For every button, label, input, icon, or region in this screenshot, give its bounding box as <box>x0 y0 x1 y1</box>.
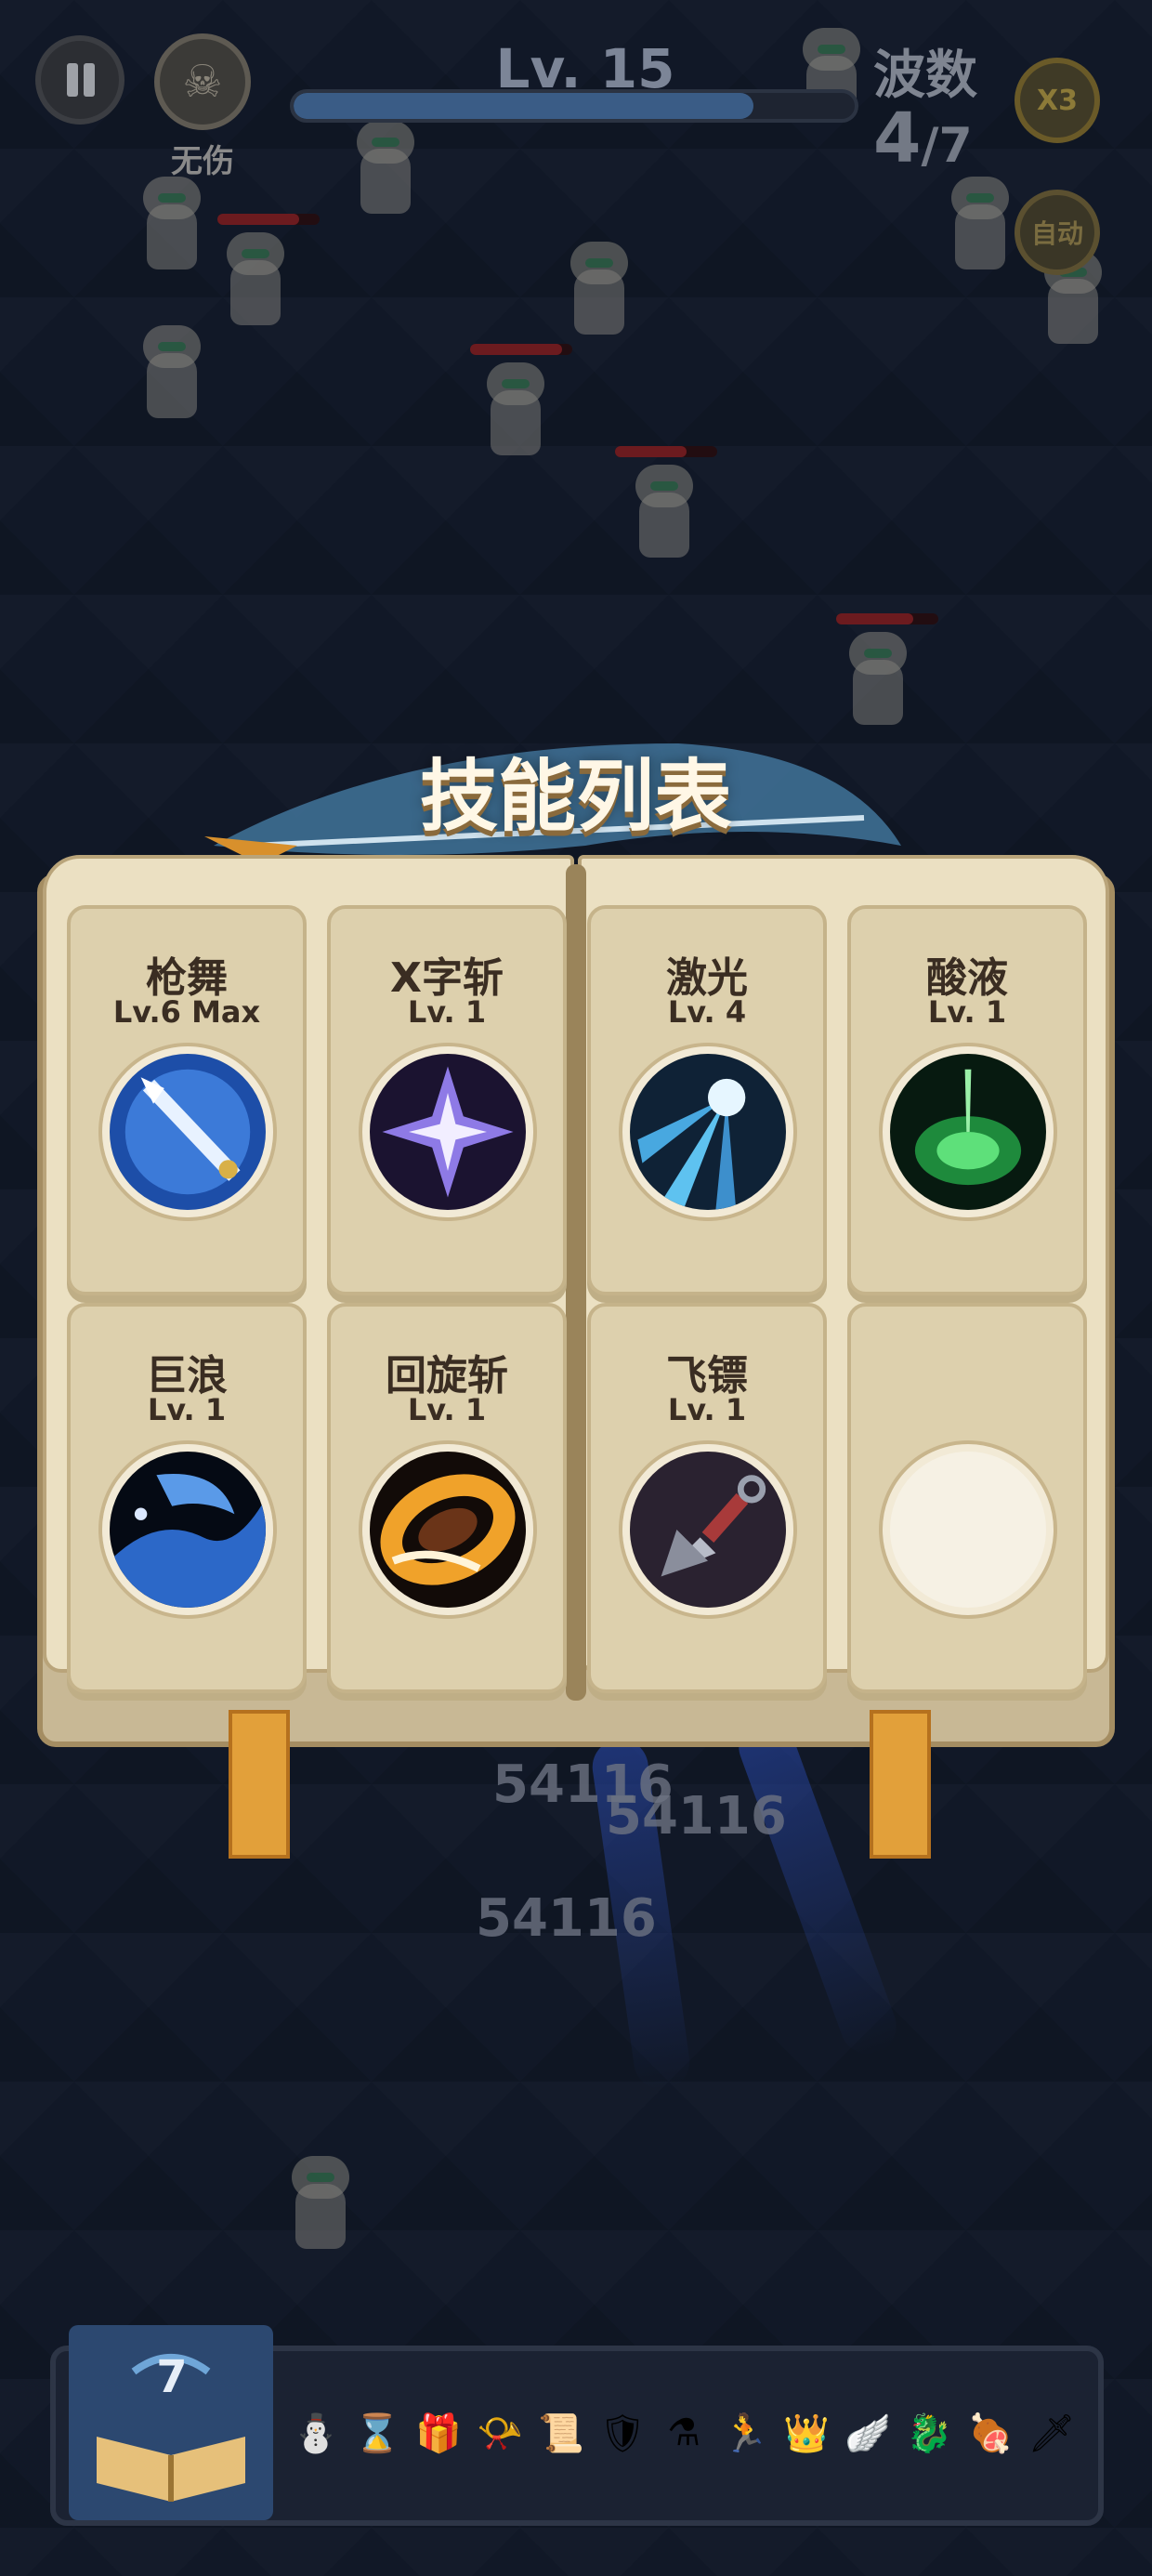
empty-slot <box>883 1444 1054 1615</box>
wave-total: /7 <box>921 118 973 174</box>
damage-number: 54116 <box>476 1888 657 1949</box>
skill-level: Lv.6 Max <box>112 994 261 1030</box>
dragonfly-icon[interactable]: 🐉 <box>903 2407 955 2459</box>
no-damage-icon: ☠ <box>154 33 251 130</box>
skill-level: Lv. 1 <box>927 994 1007 1030</box>
skill-card-kunai[interactable]: 飞镖 Lv. 1 <box>587 1303 827 1693</box>
spin-slash-icon <box>362 1444 533 1615</box>
skill-level: Lv. 1 <box>147 1392 227 1427</box>
horn-icon[interactable]: 📯 <box>474 2407 526 2459</box>
meat-icon[interactable]: 🍖 <box>964 2407 1016 2459</box>
shield-icon[interactable]: 🛡 <box>596 2407 648 2459</box>
snowman-icon[interactable]: ⛄ <box>290 2407 342 2459</box>
skill-level: Lv. 1 <box>667 1392 747 1427</box>
skill-card-empty-slot <box>847 1303 1087 1693</box>
skill-card-x-slash[interactable]: X字斩 Lv. 1 <box>327 905 567 1295</box>
wave-counter: 4/7 <box>873 99 973 178</box>
skill-card-spear-dance[interactable]: 枪舞 Lv.6 Max <box>67 905 307 1295</box>
giant-wave-icon <box>102 1444 273 1615</box>
gift-icon[interactable]: 🎁 <box>412 2407 465 2459</box>
speed-x3-button[interactable]: X3 <box>1015 58 1100 143</box>
kunai-icon <box>622 1444 793 1615</box>
acid-icon <box>883 1046 1054 1217</box>
flask-icon[interactable]: ⚗ <box>658 2407 710 2459</box>
no-damage-label: 无伤 <box>171 143 234 180</box>
xp-progress-fill <box>294 93 754 119</box>
bookmark-ribbon <box>870 1710 931 1859</box>
bookmark-ribbon <box>229 1710 290 1859</box>
scroll-icon[interactable]: 📜 <box>535 2407 587 2459</box>
xp-progress-bar <box>290 89 858 123</box>
spear-dance-icon <box>102 1046 273 1217</box>
auto-button[interactable]: 自动 <box>1015 190 1100 275</box>
dagger-icon[interactable]: 🗡 <box>1026 2407 1078 2459</box>
skill-book-count: 7 <box>156 2351 188 2403</box>
laser-icon <box>622 1046 793 1217</box>
skill-card-laser[interactable]: 激光 Lv. 4 <box>587 905 827 1295</box>
crown-icon[interactable]: 👑 <box>780 2407 832 2459</box>
skill-card-spin-slash[interactable]: 回旋斩 Lv. 1 <box>327 1303 567 1693</box>
damage-number: 54116 <box>606 1786 787 1847</box>
skill-level: Lv. 1 <box>407 1392 487 1427</box>
skill-card-giant-wave[interactable]: 巨浪 Lv. 1 <box>67 1303 307 1693</box>
pause-button[interactable] <box>35 35 124 125</box>
wing-icon[interactable]: 🪽 <box>842 2407 894 2459</box>
skill-level: Lv. 4 <box>667 994 747 1030</box>
hourglass-icon[interactable]: ⌛ <box>351 2407 403 2459</box>
wave-label: 波数 <box>873 46 977 106</box>
skill-card-acid[interactable]: 酸液 Lv. 1 <box>847 905 1087 1295</box>
wave-current: 4 <box>873 99 922 178</box>
runner-icon[interactable]: 🏃 <box>719 2407 771 2459</box>
skill-level: Lv. 1 <box>407 994 487 1030</box>
x-slash-icon <box>362 1046 533 1217</box>
book-spine <box>566 864 586 1701</box>
